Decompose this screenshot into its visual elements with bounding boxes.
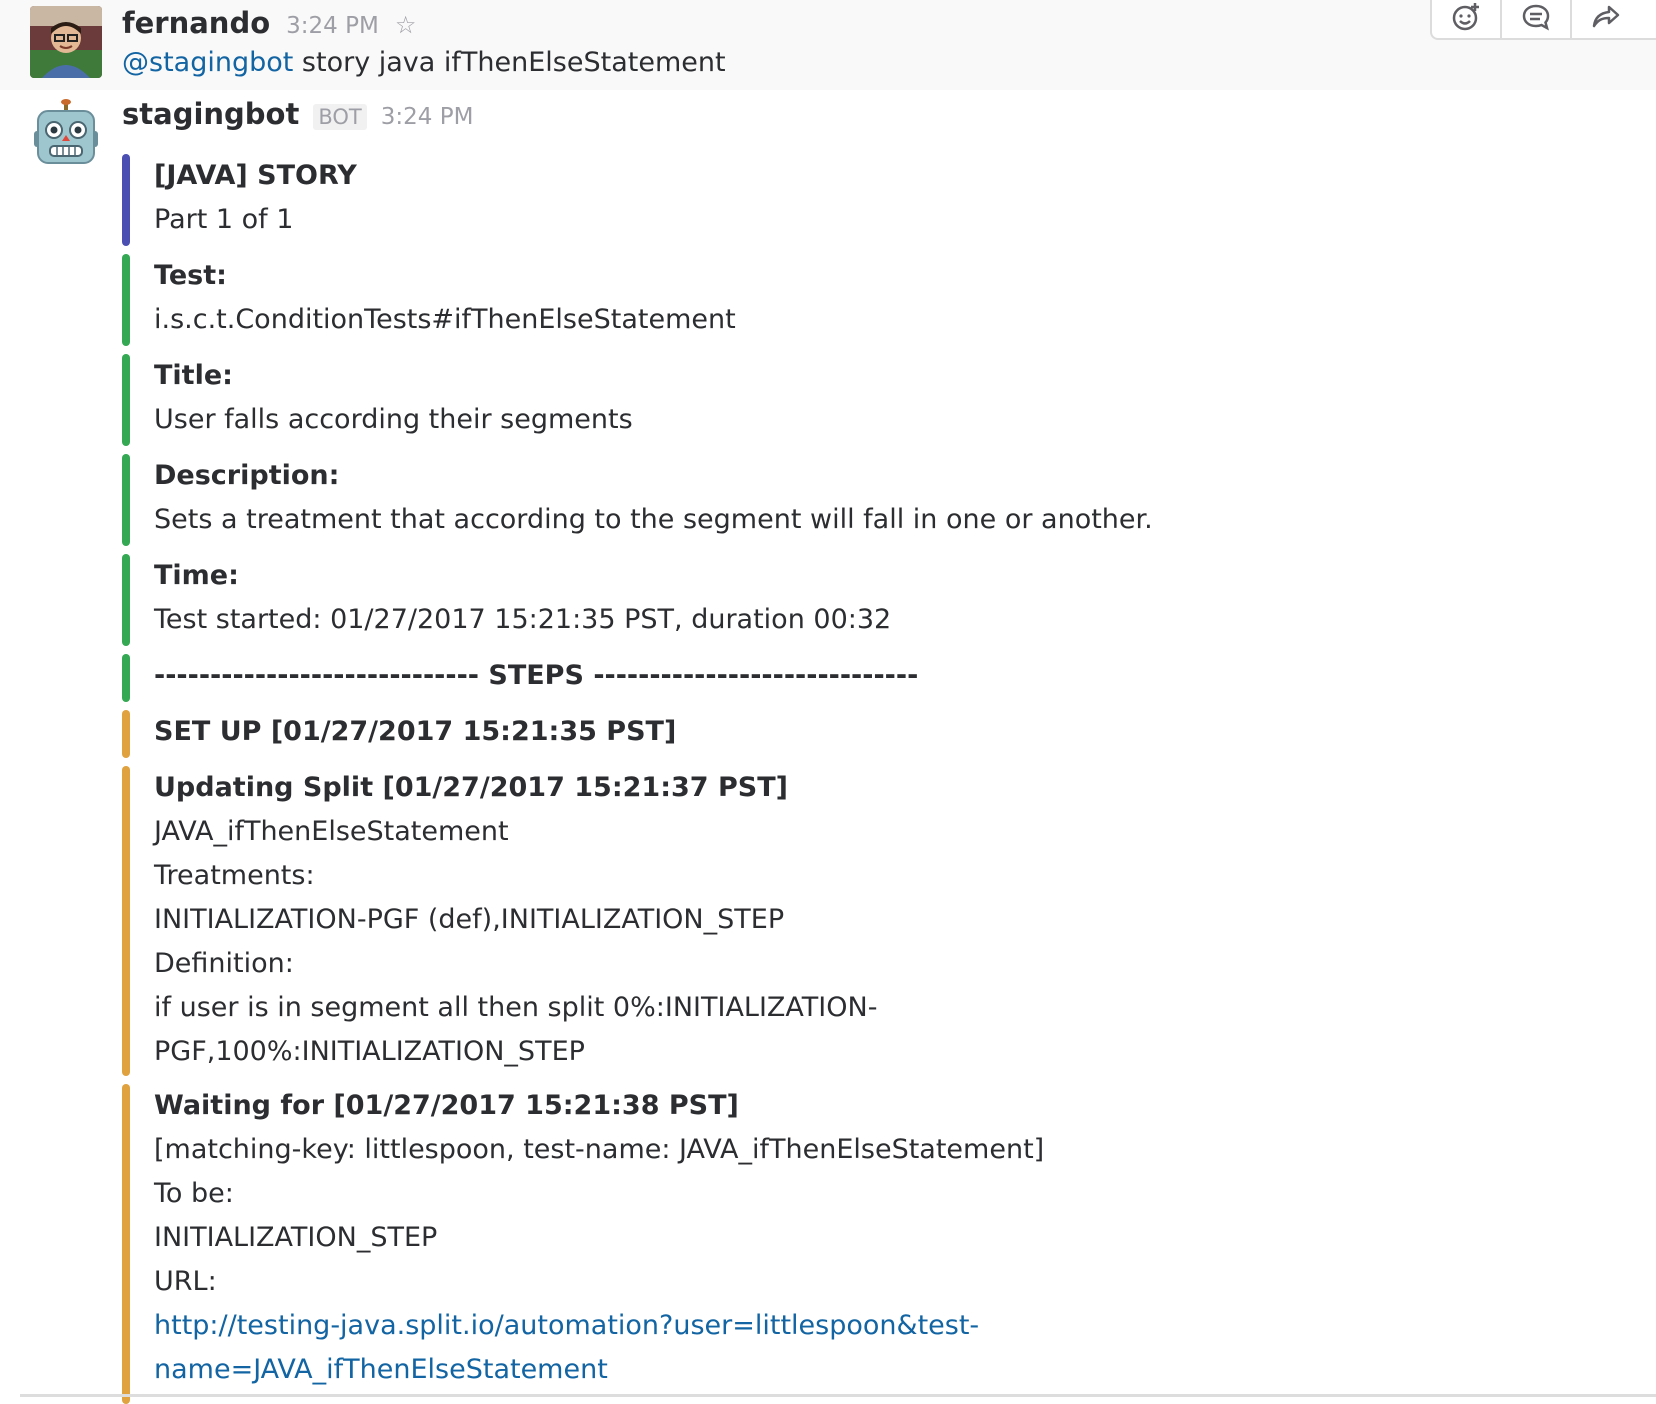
comment-icon xyxy=(1522,4,1550,31)
url-link[interactable]: name=JAVA_ifThenElseStatement xyxy=(154,1348,1322,1392)
step-title: SET UP [01/27/2017 15:21:35 PST] xyxy=(154,716,677,747)
attachment-time: Time: Test started: 01/27/2017 15:21:35 … xyxy=(122,554,1322,646)
scroll-divider xyxy=(20,1394,1656,1397)
attachment-title: [JAVA] STORY xyxy=(154,160,357,191)
field-label: Time: xyxy=(154,560,239,591)
attachment-setup: SET UP [01/27/2017 15:21:35 PST] xyxy=(122,710,1322,758)
add-reaction-icon xyxy=(1452,3,1479,31)
attachment-color-bar xyxy=(122,254,130,346)
attachment-title-field: Title: User falls according their segmen… xyxy=(122,354,1322,446)
attachment-updating-split: Updating Split [01/27/2017 15:21:37 PST]… xyxy=(122,766,1322,1076)
url-link[interactable]: http://testing-java.split.io/automation?… xyxy=(154,1304,1322,1348)
step-line: [matching-key: littlespoon, test-name: J… xyxy=(154,1134,1045,1165)
steps-heading: ----------------------------- STEPS ----… xyxy=(154,660,919,691)
step-line: Definition: xyxy=(154,948,294,979)
timestamp[interactable]: 3:24 PM xyxy=(286,13,379,39)
step-title: Updating Split [01/27/2017 15:21:37 PST] xyxy=(154,772,788,803)
avatar[interactable] xyxy=(30,6,102,78)
attachment-steps-separator: ----------------------------- STEPS ----… xyxy=(122,654,1322,702)
attachment-description: Description: Sets a treatment that accor… xyxy=(122,454,1322,546)
field-label: Test: xyxy=(154,260,227,291)
field-value: Sets a treatment that according to the s… xyxy=(154,504,1153,535)
field-label: Title: xyxy=(154,360,233,391)
mention-link[interactable]: @stagingbot xyxy=(122,47,293,78)
sender-name[interactable]: fernando xyxy=(122,6,270,40)
attachment-header: [JAVA] STORY Part 1 of 1 xyxy=(122,154,1322,246)
share-button[interactable] xyxy=(1572,0,1640,38)
attachment-subtitle: Part 1 of 1 xyxy=(154,204,294,235)
step-line: INITIALIZATION_STEP xyxy=(154,1222,438,1253)
step-line: INITIALIZATION-PGF (def),INITIALIZATION_… xyxy=(154,904,785,935)
step-line: To be: xyxy=(154,1178,234,1209)
timestamp[interactable]: 3:24 PM xyxy=(381,104,474,130)
attachment-color-bar xyxy=(122,654,130,702)
attachment-color-bar xyxy=(122,710,130,758)
message-body: story java ifThenElseStatement xyxy=(293,47,726,78)
field-value: i.s.c.t.ConditionTests#ifThenElseStateme… xyxy=(154,304,736,335)
bot-message-header: stagingbot BOT 3:24 PM xyxy=(122,97,473,131)
bot-badge: BOT xyxy=(313,104,367,130)
bot-avatar[interactable] xyxy=(30,99,102,171)
share-icon xyxy=(1592,5,1620,28)
step-line: Treatments: xyxy=(154,860,315,891)
field-value: User falls according their segments xyxy=(154,404,633,435)
step-line: URL: xyxy=(154,1266,217,1297)
add-reaction-button[interactable] xyxy=(1432,0,1502,38)
attachment-color-bar xyxy=(122,354,130,446)
attachment-color-bar xyxy=(122,766,130,1076)
attachment-color-bar xyxy=(122,454,130,546)
attachment-color-bar xyxy=(122,554,130,646)
comment-button[interactable] xyxy=(1502,0,1572,38)
message-text: @stagingbot story java ifThenElseStateme… xyxy=(122,47,726,78)
step-line: JAVA_ifThenElseStatement xyxy=(154,816,509,847)
attachment-color-bar xyxy=(122,154,130,246)
step-title: Waiting for [01/27/2017 15:21:38 PST] xyxy=(154,1090,739,1121)
step-line: if user is in segment all then split 0%:… xyxy=(154,992,878,1023)
step-line: PGF,100%:INITIALIZATION_STEP xyxy=(154,1036,585,1067)
message-fernando: fernando 3:24 PM ☆ @stagingbot story jav… xyxy=(0,0,1656,90)
star-icon[interactable]: ☆ xyxy=(395,11,417,39)
field-value: Test started: 01/27/2017 15:21:35 PST, d… xyxy=(154,604,892,635)
message-header: fernando 3:24 PM ☆ xyxy=(122,6,416,40)
attachment-waiting-for: Waiting for [01/27/2017 15:21:38 PST] [m… xyxy=(122,1084,1322,1404)
attachment-test: Test: i.s.c.t.ConditionTests#ifThenElseS… xyxy=(122,254,1322,346)
message-actions xyxy=(1430,0,1656,40)
field-label: Description: xyxy=(154,460,340,491)
attachment-color-bar xyxy=(122,1084,130,1404)
sender-name[interactable]: stagingbot xyxy=(122,97,299,131)
